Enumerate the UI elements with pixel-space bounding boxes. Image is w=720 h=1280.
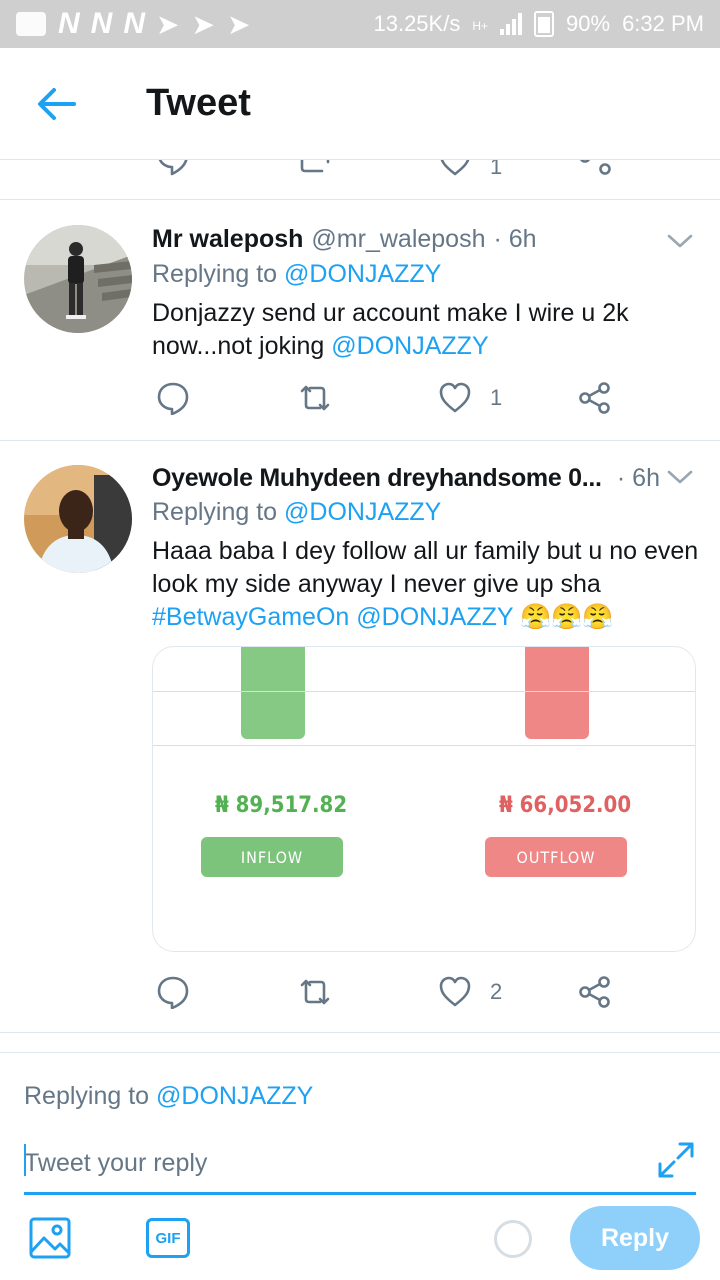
retweet-icon	[300, 385, 330, 411]
outflow-amount: ₦ 66,052.00	[499, 793, 632, 818]
retweet-icon	[300, 979, 330, 1005]
top-app-bar: Tweet	[0, 48, 720, 160]
reply-tweet[interactable]: Mr waleposh @mr_waleposh · 6h Replying t…	[0, 201, 720, 441]
back-arrow-icon[interactable]	[30, 78, 82, 130]
clock: 6:32 PM	[622, 11, 704, 36]
heart-icon	[439, 976, 471, 1007]
expand-icon[interactable]	[656, 1140, 696, 1180]
timestamp: · 6h	[493, 225, 537, 253]
composer-replying-to: Replying to @DONJAZZY	[24, 1082, 313, 1111]
notification-n-icon: N	[90, 7, 113, 40]
like-count: 1	[490, 160, 503, 179]
battery-icon	[534, 11, 555, 37]
gif-button[interactable]: GIF	[146, 1218, 190, 1258]
composer-divider	[0, 1052, 720, 1053]
reply-icon[interactable]	[156, 160, 190, 178]
share-icon[interactable]	[578, 160, 612, 178]
hashtag-link[interactable]: #BetwayGameOn	[152, 603, 349, 631]
mention-link[interactable]: @DONJAZZY	[156, 1082, 313, 1110]
mention-link[interactable]: @DONJAZZY	[284, 498, 441, 526]
previous-tweet-actions: 1	[0, 160, 720, 200]
chevron-down-icon[interactable]	[666, 231, 694, 251]
chevron-down-icon[interactable]	[666, 467, 694, 487]
share-icon	[579, 382, 610, 414]
display-name[interactable]: Oyewole Muhydeen dreyhandsome 0...	[152, 464, 602, 493]
notification-n-icon: N	[58, 7, 80, 40]
message-icon	[16, 12, 46, 36]
heart-icon	[439, 382, 471, 413]
network-type: H+	[472, 19, 489, 33]
share-icon	[579, 976, 610, 1008]
replying-to: Replying to @DONJAZZY	[152, 498, 441, 527]
app-notification-icon: ➤	[226, 8, 251, 40]
app-notification-icon: ➤	[191, 8, 215, 40]
outflow-bar	[525, 647, 589, 739]
share-action[interactable]	[578, 975, 612, 1009]
tweet-author-line: Mr waleposh @mr_waleposh · 6h	[152, 225, 660, 254]
tweet-media-image[interactable]: ₦ 89,517.82 ₦ 66,052.00 INFLOW OUTFLOW	[152, 646, 696, 952]
reply-action[interactable]	[156, 381, 190, 415]
image-icon[interactable]	[28, 1216, 72, 1260]
outflow-label: OUTFLOW	[485, 837, 627, 877]
inflow-bar	[241, 647, 305, 739]
share-action[interactable]	[578, 381, 612, 415]
reply-icon	[157, 382, 189, 415]
retweet-action[interactable]	[298, 381, 332, 415]
network-speed: 13.25K/s	[373, 11, 461, 36]
emoji: 😤😤😤	[520, 603, 614, 631]
grid-line	[153, 691, 695, 692]
tweet-text: Donjazzy send ur account make I wire u 2…	[152, 297, 700, 363]
replying-to-label: Replying to	[24, 1082, 150, 1110]
like-action[interactable]: 1	[438, 381, 502, 415]
tweet-actions: 1	[152, 381, 632, 421]
retweet-icon[interactable]	[298, 160, 332, 180]
inflow-amount: ₦ 89,517.82	[215, 793, 348, 818]
inflow-label: INFLOW	[201, 837, 343, 877]
like-action[interactable]: 2	[438, 975, 502, 1009]
heart-icon[interactable]	[438, 160, 472, 180]
mention-link[interactable]: @DONJAZZY	[356, 603, 513, 631]
reply-input[interactable]	[24, 1138, 654, 1188]
like-count: 1	[490, 385, 503, 410]
tweet-author-line: Oyewole Muhydeen dreyhandsome 0... · 6h	[152, 464, 660, 493]
replying-to-label: Replying to	[152, 498, 278, 526]
status-bar: N N N ➤ ➤ ➤ 13.25K/s H+ 90% 6:32 PM	[0, 0, 720, 48]
battery-level: 90%	[566, 11, 611, 36]
replying-to-label: Replying to	[152, 260, 278, 288]
grid-line	[153, 745, 695, 746]
character-count-ring	[494, 1220, 532, 1258]
retweet-action[interactable]	[298, 975, 332, 1009]
tweet-text: Haaa baba I dey follow all ur family but…	[152, 535, 700, 634]
notification-n-icon: N	[123, 7, 145, 40]
text-cursor	[24, 1144, 26, 1176]
timestamp: · 6h	[616, 464, 660, 492]
like-count: 2	[490, 979, 503, 1004]
avatar[interactable]	[24, 225, 132, 333]
signal-icon	[500, 13, 523, 35]
page-title: Tweet	[146, 82, 251, 124]
tweet-actions: 2	[152, 975, 632, 1015]
reply-button[interactable]: Reply	[570, 1206, 700, 1270]
mention-link[interactable]: @DONJAZZY	[284, 260, 441, 288]
mention-link[interactable]: @DONJAZZY	[331, 332, 488, 360]
reply-action[interactable]	[156, 975, 190, 1009]
app-notification-icon: ➤	[156, 8, 180, 40]
display-name[interactable]: Mr waleposh	[152, 225, 303, 254]
reply-icon	[157, 976, 189, 1009]
avatar[interactable]	[24, 465, 132, 573]
input-underline	[24, 1192, 696, 1195]
tweet-text-content: Haaa baba I dey follow all ur family but…	[152, 537, 699, 598]
username[interactable]: @mr_waleposh	[311, 225, 485, 254]
replying-to: Replying to @DONJAZZY	[152, 260, 441, 289]
